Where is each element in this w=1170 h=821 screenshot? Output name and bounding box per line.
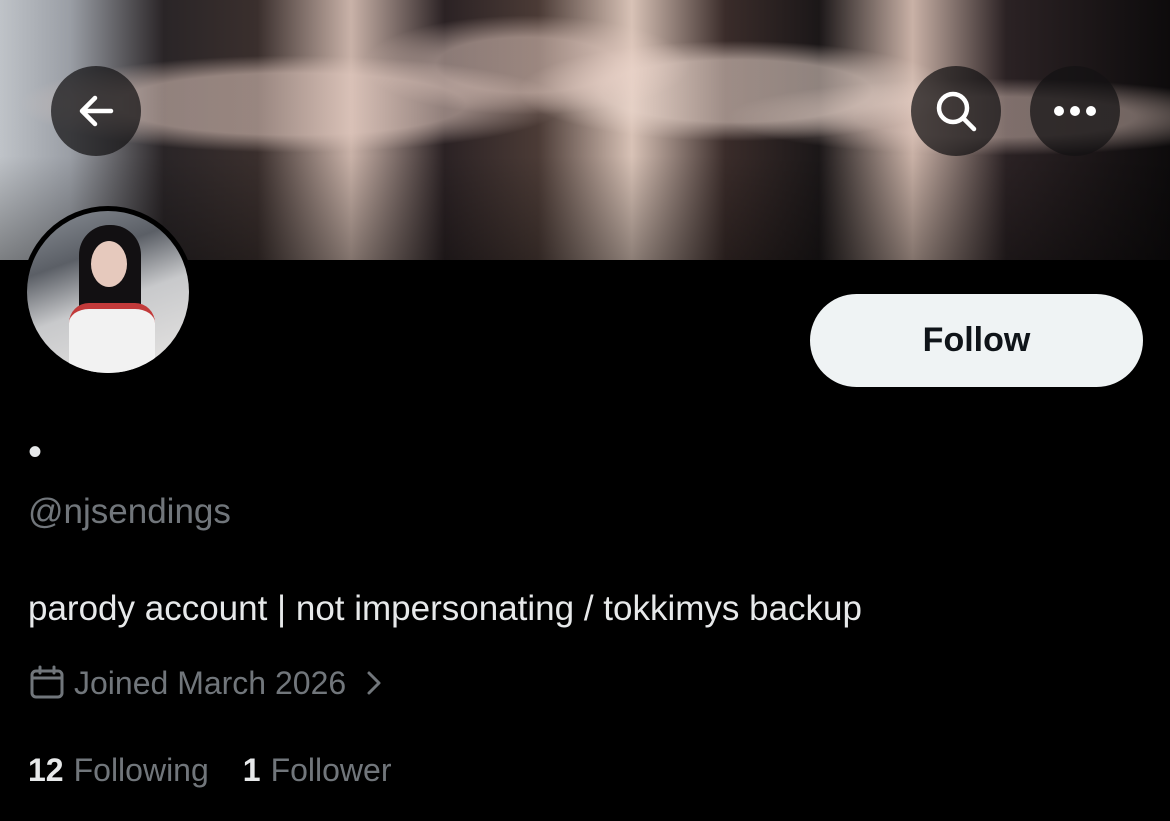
following-label: Following: [73, 752, 209, 788]
follow-button[interactable]: Follow: [810, 294, 1143, 387]
bio: parody account | not impersonating / tok…: [28, 589, 862, 628]
follow-stats: 12 Following 1 Follower: [28, 752, 391, 789]
avatar-image: [27, 211, 189, 373]
more-icon: [1054, 106, 1096, 116]
back-button[interactable]: [51, 66, 141, 156]
search-button[interactable]: [911, 66, 1001, 156]
followers-link[interactable]: 1 Follower: [243, 752, 392, 789]
search-icon: [936, 91, 977, 132]
more-button[interactable]: [1030, 66, 1120, 156]
joined-date[interactable]: Joined March 2026: [28, 664, 386, 702]
arrow-left-icon: [79, 95, 114, 127]
joined-text: Joined March 2026: [74, 664, 347, 701]
following-link[interactable]: 12 Following: [28, 752, 209, 789]
handle: @njsendings: [28, 492, 231, 531]
calendar-icon: [30, 665, 64, 699]
followers-label: Follower: [270, 752, 392, 788]
followers-count: 1: [242, 752, 261, 788]
display-name: •: [28, 430, 43, 474]
avatar[interactable]: [22, 206, 194, 378]
following-count: 12: [28, 752, 64, 788]
chevron-right-icon: [367, 671, 381, 695]
